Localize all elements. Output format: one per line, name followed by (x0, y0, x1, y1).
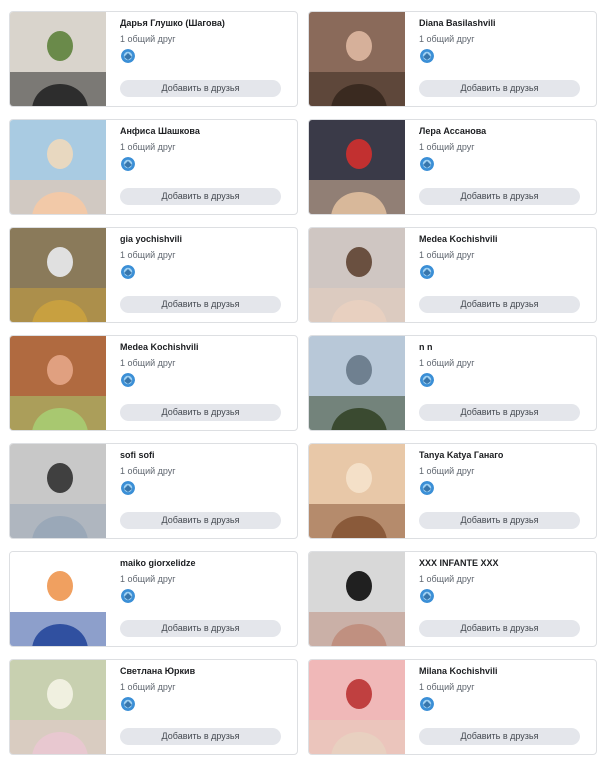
add-friend-button[interactable]: Добавить в друзья (419, 80, 580, 97)
profile-photo[interactable] (10, 660, 106, 754)
mutual-friend-avatar[interactable] (420, 49, 434, 63)
friend-name[interactable]: Milana Kochishvili (419, 666, 498, 676)
friend-card: Medea Kochishvili 1 общий друг Добавить в … (9, 335, 298, 431)
friend-card: Анфиса Шашкова 1 общий друг Добавить в дру… (9, 119, 298, 215)
add-friend-button[interactable]: Добавить в друзья (120, 512, 281, 529)
mutual-friends-count[interactable]: 1 общий друг (419, 250, 475, 260)
mutual-friends-count[interactable]: 1 общий друг (120, 34, 176, 44)
mutual-friends-count[interactable]: 1 общий друг (419, 682, 475, 692)
add-friend-button[interactable]: Добавить в друзья (120, 296, 281, 313)
friend-name[interactable]: sofi sofi (120, 450, 155, 460)
profile-photo[interactable] (309, 336, 405, 430)
mutual-friends-count[interactable]: 1 общий друг (419, 466, 475, 476)
add-friend-button[interactable]: Добавить в друзья (419, 404, 580, 421)
friend-card: sofi sofi 1 общий друг Добавить в друзья (9, 443, 298, 539)
friend-name[interactable]: Светлана Юркив (120, 666, 195, 676)
profile-photo[interactable] (10, 228, 106, 322)
friend-card: Tanya Katya Ганаго 1 общий друг Добавить в… (308, 443, 597, 539)
mutual-friends-count[interactable]: 1 общий друг (419, 574, 475, 584)
add-friend-button[interactable]: Добавить в друзья (120, 620, 281, 637)
friend-card: Milana Kochishvili 1 общий друг Добавить в… (308, 659, 597, 755)
mutual-friend-avatar[interactable] (121, 697, 135, 711)
profile-photo[interactable] (10, 120, 106, 214)
friend-card: Светлана Юркив 1 общий друг Добавить в дру… (9, 659, 298, 755)
profile-photo[interactable] (309, 12, 405, 106)
add-friend-button[interactable]: Добавить в друзья (120, 188, 281, 205)
mutual-friends-count[interactable]: 1 общий друг (120, 358, 176, 368)
mutual-friend-avatar[interactable] (420, 157, 434, 171)
friend-name[interactable]: gia yochishvili (120, 234, 182, 244)
add-friend-button[interactable]: Добавить в друзья (419, 728, 580, 745)
profile-photo[interactable] (309, 120, 405, 214)
profile-photo[interactable] (10, 336, 106, 430)
profile-photo[interactable] (309, 444, 405, 538)
mutual-friends-count[interactable]: 1 общий друг (419, 142, 475, 152)
mutual-friend-avatar[interactable] (420, 373, 434, 387)
mutual-friend-avatar[interactable] (121, 49, 135, 63)
friend-name[interactable]: Medea Kochishvili (419, 234, 498, 244)
profile-photo[interactable] (309, 228, 405, 322)
friend-card: n n 1 общий друг Добавить в друзья (308, 335, 597, 431)
mutual-friend-avatar[interactable] (420, 589, 434, 603)
mutual-friends-count[interactable]: 1 общий друг (419, 34, 475, 44)
friend-card: maiko giorxelidze 1 общий друг Добавить в … (9, 551, 298, 647)
friend-card: Diana Basilashvili 1 общий друг Добавить в… (308, 11, 597, 107)
mutual-friend-avatar[interactable] (121, 481, 135, 495)
friend-name[interactable]: XXX INFANTE XXX (419, 558, 499, 568)
friend-name[interactable]: n n (419, 342, 433, 352)
mutual-friend-avatar[interactable] (420, 481, 434, 495)
friend-name[interactable]: Лера Ассанова (419, 126, 486, 136)
add-friend-button[interactable]: Добавить в друзья (419, 296, 580, 313)
mutual-friends-count[interactable]: 1 общий друг (120, 574, 176, 584)
mutual-friend-avatar[interactable] (121, 265, 135, 279)
friend-card: Лера Ассанова 1 общий друг Добавить в друз… (308, 119, 597, 215)
mutual-friends-count[interactable]: 1 общий друг (120, 142, 176, 152)
profile-photo[interactable] (10, 552, 106, 646)
friend-card: XXX INFANTE XXX 1 общий друг Добавить в др… (308, 551, 597, 647)
profile-photo[interactable] (309, 552, 405, 646)
friend-name[interactable]: Дарья Глушко (Шагова) (120, 18, 225, 28)
add-friend-button[interactable]: Добавить в друзья (419, 620, 580, 637)
friend-name[interactable]: Tanya Katya Ганаго (419, 450, 503, 460)
mutual-friends-count[interactable]: 1 общий друг (120, 466, 176, 476)
friend-card: Дарья Глушко (Шагова) 1 общий друг Добавит… (9, 11, 298, 107)
friend-name[interactable]: Diana Basilashvili (419, 18, 496, 28)
friend-suggestions-grid: Дарья Глушко (Шагова) 1 общий друг Добавит… (0, 0, 606, 761)
add-friend-button[interactable]: Добавить в друзья (419, 188, 580, 205)
add-friend-button[interactable]: Добавить в друзья (419, 512, 580, 529)
mutual-friends-count[interactable]: 1 общий друг (120, 250, 176, 260)
friend-name[interactable]: Medea Kochishvili (120, 342, 199, 352)
mutual-friends-count[interactable]: 1 общий друг (120, 682, 176, 692)
mutual-friend-avatar[interactable] (420, 265, 434, 279)
mutual-friend-avatar[interactable] (121, 373, 135, 387)
profile-photo[interactable] (10, 444, 106, 538)
mutual-friend-avatar[interactable] (121, 157, 135, 171)
mutual-friends-count[interactable]: 1 общий друг (419, 358, 475, 368)
profile-photo[interactable] (10, 12, 106, 106)
add-friend-button[interactable]: Добавить в друзья (120, 80, 281, 97)
mutual-friend-avatar[interactable] (420, 697, 434, 711)
friend-name[interactable]: maiko giorxelidze (120, 558, 196, 568)
add-friend-button[interactable]: Добавить в друзья (120, 404, 281, 421)
friend-card: gia yochishvili 1 общий друг Добавить в др… (9, 227, 298, 323)
friend-name[interactable]: Анфиса Шашкова (120, 126, 200, 136)
add-friend-button[interactable]: Добавить в друзья (120, 728, 281, 745)
friend-card: Medea Kochishvili 1 общий друг Добавить в … (308, 227, 597, 323)
mutual-friend-avatar[interactable] (121, 589, 135, 603)
profile-photo[interactable] (309, 660, 405, 754)
